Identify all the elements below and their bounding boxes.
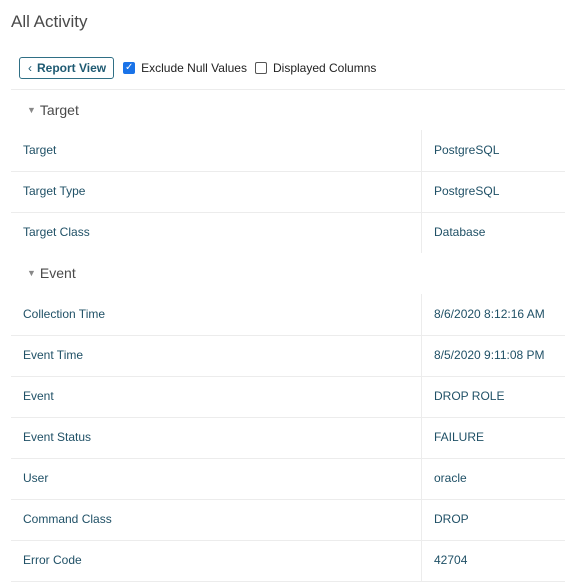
report-view-button[interactable]: ‹ Report View <box>19 57 115 79</box>
toolbar-divider <box>11 89 565 90</box>
table-row: Event DROP ROLE <box>11 376 565 418</box>
report-view-label: Report View <box>37 61 107 75</box>
triangle-down-icon: ▼ <box>27 105 36 115</box>
section-title: Target <box>39 102 79 118</box>
toolbar: ‹ Report View ✓ Exclude Null Values Disp… <box>19 56 376 80</box>
row-key: Event Time <box>23 348 84 362</box>
unchecked-box-icon[interactable] <box>254 62 267 74</box>
row-key: Target Class <box>23 225 90 239</box>
row-value: DROP ROLE <box>434 389 505 403</box>
row-key: Event <box>23 389 54 403</box>
table-row: Target PostgreSQL <box>11 130 565 172</box>
table-row: Event Status FAILURE <box>11 417 565 459</box>
column-divider <box>421 212 422 253</box>
row-value: DROP <box>434 512 469 526</box>
table-row: Target Class Database <box>11 212 565 253</box>
table-row: Collection Time 8/6/2020 8:12:16 AM <box>11 294 565 336</box>
exclude-null-values-checkbox[interactable]: ✓ Exclude Null Values <box>123 61 247 75</box>
displayed-columns-checkbox[interactable]: Displayed Columns <box>254 61 377 75</box>
page-title: All Activity <box>11 12 88 31</box>
row-key: Target Type <box>23 184 86 198</box>
row-value: 8/5/2020 9:11:08 PM <box>434 348 545 362</box>
column-divider <box>421 417 422 458</box>
section-header-target[interactable]: ▼ Target <box>27 102 79 118</box>
displayed-columns-label: Displayed Columns <box>272 61 377 75</box>
row-value: 8/6/2020 8:12:16 AM <box>434 307 545 321</box>
row-key: Target <box>23 143 57 157</box>
section-header-event[interactable]: ▼ Event <box>27 265 76 281</box>
row-key: Event Status <box>23 430 92 444</box>
row-key: Collection Time <box>23 307 106 321</box>
exclude-null-values-label: Exclude Null Values <box>141 61 247 75</box>
row-value: PostgreSQL <box>434 184 500 198</box>
column-divider <box>421 335 422 376</box>
triangle-down-icon: ▼ <box>27 268 36 278</box>
table-row: Event Time 8/5/2020 9:11:08 PM <box>11 335 565 377</box>
column-divider <box>421 130 422 171</box>
column-divider <box>421 540 422 581</box>
checkmark-icon[interactable]: ✓ <box>123 62 136 74</box>
row-value: FAILURE <box>434 430 485 444</box>
table-row: Target Type PostgreSQL <box>11 171 565 213</box>
table-row: Error Code 42704 <box>11 540 565 582</box>
column-divider <box>421 376 422 417</box>
table-row: Command Class DROP <box>11 499 565 541</box>
column-divider <box>421 171 422 212</box>
row-key: Error Code <box>23 553 82 567</box>
row-value: PostgreSQL <box>434 143 500 157</box>
section-title: Event <box>39 265 76 281</box>
table-row: User oracle <box>11 458 565 500</box>
column-divider <box>421 458 422 499</box>
column-divider <box>421 294 422 335</box>
row-value: Database <box>434 225 486 239</box>
row-key: User <box>23 471 49 485</box>
row-value: 42704 <box>434 553 468 567</box>
chevron-left-icon: ‹ <box>28 61 32 75</box>
column-divider <box>421 499 422 540</box>
row-key: Command Class <box>23 512 112 526</box>
row-value: oracle <box>434 471 467 485</box>
